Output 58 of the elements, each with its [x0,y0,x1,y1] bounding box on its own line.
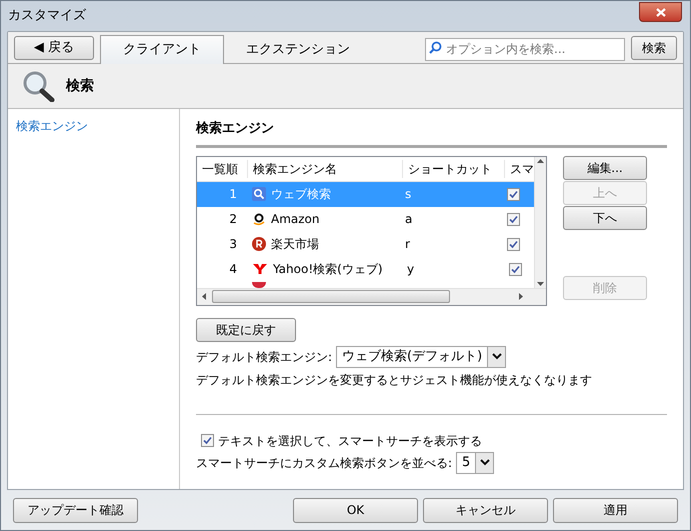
search-button[interactable]: 検索 [631,36,677,60]
row-checkbox[interactable] [507,212,520,226]
table-cell-text: Yahoo!検索(ウェブ) [272,261,384,278]
table-cell-text: 楽天市場 [270,236,320,253]
footer-button[interactable]: キャンセル [423,498,548,522]
scroll-right-icon[interactable] [519,293,523,300]
row-checkbox[interactable] [507,238,520,250]
table-cell-text: 1 [228,186,237,203]
horizontal-scrollbar[interactable] [197,288,546,304]
column-header[interactable]: ショートカット [402,160,504,178]
back-button[interactable]: ◀ 戻る [14,36,94,60]
table-cell-text: a [404,211,414,228]
column-header[interactable]: 検索エンジン名 [247,160,402,178]
sidebar-item[interactable]: 検索エンジン [16,117,171,135]
vertical-scrollbar[interactable] [534,156,546,288]
y-logo-icon [252,263,268,275]
row-checkbox[interactable] [509,262,522,276]
close-button[interactable] [639,2,682,22]
search-field[interactable]: オプション内を検索... [425,38,625,60]
button-count-label: スマートサーチにカスタム検索ボタンを並べる: [196,454,452,472]
tab[interactable]: エクステンション [224,37,372,63]
row-checkbox[interactable] [507,188,520,200]
button-count-dropdown[interactable]: 5 [456,452,494,474]
side-button[interactable]: 編集... [563,156,647,180]
footer-button[interactable]: 適用 [553,498,678,522]
table-cell-text: ウェブ検索 [270,186,332,203]
default-engine-label: デフォルト検索エンジン: [196,348,332,366]
circle-r-icon [252,237,266,251]
letter-a-icon [252,212,266,226]
column-header[interactable]: 一覧順 [197,160,247,178]
tab[interactable]: クライアント [100,35,224,64]
table-cell-text: 4 [228,261,237,278]
scroll-up-icon[interactable] [537,158,544,162]
scroll-left-icon[interactable] [202,293,206,300]
footer-button[interactable]: アップデート確認 [13,498,138,522]
scroll-down-icon[interactable] [537,282,544,286]
section-title: 検索エンジン [196,119,667,148]
search-icon [429,41,442,54]
search-icon [252,187,266,201]
smart-search-label: テキストを選択して、スマートサーチを表示する [218,432,482,450]
magnifier-icon [22,70,56,102]
table-cell-text: s [404,186,412,203]
side-button[interactable]: 下へ [563,206,647,230]
chevron-down-icon [492,353,502,360]
page-heading: 検索 [66,76,94,96]
chevron-down-icon [480,459,490,466]
footer-button[interactable]: OK [293,498,418,522]
table-cell-text: 3 [228,236,237,253]
close-icon [656,8,666,16]
smart-search-checkbox[interactable] [201,434,214,447]
table-cell-text: Amazon [270,211,320,228]
table-cell-text: r [404,236,411,253]
note-text: デフォルト検索エンジンを変更するとサジェスト機能が使えなくなります [196,372,593,388]
reset-button[interactable]: 既定に戻す [196,318,296,342]
window-title: カスタマイズ [8,7,86,26]
default-engine-dropdown[interactable]: ウェブ検索(デフォルト) [336,346,506,368]
table-cell-text: 2 [228,211,237,228]
table-cell-text: y [406,261,416,278]
